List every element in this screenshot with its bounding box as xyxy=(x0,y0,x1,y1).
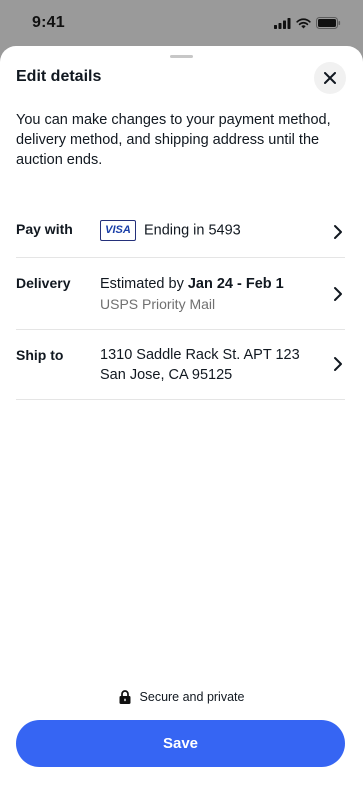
estimate-dates: Jan 24 - Feb 1 xyxy=(187,276,284,292)
ship-to-label: Ship to xyxy=(16,347,64,363)
chevron-right-icon xyxy=(334,287,342,301)
delivery-details: Estimated by Jan 24 - Feb 1 USPS Priorit… xyxy=(100,274,284,314)
visa-card-icon: VISA xyxy=(100,220,136,241)
payment-method: VISA Ending in 5493 xyxy=(100,220,241,241)
address-line-1: 1310 Saddle Rack St. APT 123 xyxy=(100,347,300,363)
close-icon xyxy=(324,72,336,84)
delivery-label: Delivery xyxy=(16,275,71,291)
card-ending-text: Ending in 5493 xyxy=(144,222,241,239)
secure-notice: Secure and private xyxy=(0,690,363,704)
status-time: 9:41 xyxy=(32,14,65,31)
shipping-address: 1310 Saddle Rack St. APT 123 San Jose, C… xyxy=(100,345,300,385)
battery-icon xyxy=(316,17,341,29)
delivery-row[interactable]: Delivery Estimated by Jan 24 - Feb 1 USP… xyxy=(16,258,345,330)
pay-with-row[interactable]: Pay with VISA Ending in 5493 xyxy=(16,206,345,258)
estimate-prefix: Estimated by xyxy=(100,276,188,292)
intro-text: You can make changes to your payment met… xyxy=(16,112,331,168)
pay-with-label: Pay with xyxy=(16,221,73,237)
edit-details-sheet: Edit details You can make changes to you… xyxy=(0,46,363,792)
secure-text: Secure and private xyxy=(139,690,245,704)
chevron-right-icon xyxy=(334,225,342,239)
status-icons xyxy=(274,17,341,29)
status-bar: 9:41 xyxy=(0,0,363,46)
close-button[interactable] xyxy=(314,62,346,94)
wifi-icon xyxy=(296,17,311,28)
lock-icon xyxy=(119,690,131,704)
sheet-grabber[interactable] xyxy=(170,55,193,58)
chevron-right-icon xyxy=(334,357,342,371)
sheet-title: Edit details xyxy=(16,68,102,85)
save-button[interactable]: Save xyxy=(16,720,345,767)
delivery-estimate: Estimated by Jan 24 - Feb 1 xyxy=(100,274,284,294)
address-line-2: San Jose, CA 95125 xyxy=(100,367,233,383)
ship-to-row[interactable]: Ship to 1310 Saddle Rack St. APT 123 San… xyxy=(16,330,345,400)
delivery-service: USPS Priority Mail xyxy=(100,296,216,312)
signal-icon xyxy=(274,17,291,29)
